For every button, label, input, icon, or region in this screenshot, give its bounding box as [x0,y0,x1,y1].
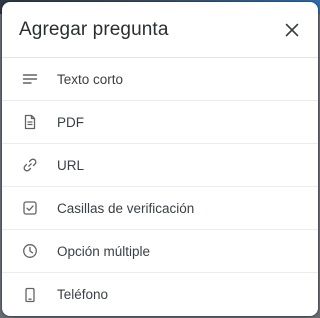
option-url[interactable]: URL [2,144,318,187]
option-label: Opción múltiple [57,243,151,259]
option-label: Texto corto [57,71,124,87]
add-question-dialog: Agregar pregunta Texto corto PDF URL Cas… [2,2,318,316]
option-label: URL [57,157,85,173]
dialog-title: Agregar pregunta [19,18,169,40]
close-icon [285,23,299,36]
document-icon [20,112,40,132]
option-label: PDF [57,114,84,130]
checkbox-icon [20,198,40,218]
option-label: Teléfono [57,287,109,302]
option-short-text[interactable]: Texto corto [2,58,318,101]
option-multiple-choice[interactable]: Opción múltiple [2,230,318,273]
option-label: Casillas de verificación [57,200,195,216]
close-button[interactable] [282,20,302,40]
link-icon [20,155,40,175]
dialog-header: Agregar pregunta [2,2,318,58]
option-checkboxes[interactable]: Casillas de verificación [2,187,318,230]
option-pdf[interactable]: PDF [2,101,318,144]
short-text-icon [20,69,40,89]
clock-icon [20,241,40,261]
question-type-list: Texto corto PDF URL Casillas de verifica… [2,58,318,316]
phone-icon [20,285,40,305]
option-phone[interactable]: Teléfono [2,273,318,316]
